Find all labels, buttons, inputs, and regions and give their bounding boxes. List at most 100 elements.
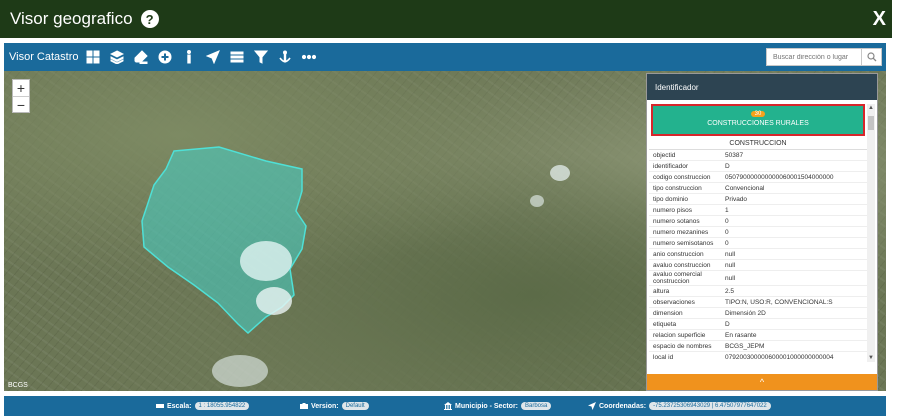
attribute-row: avaluo construccion null	[649, 260, 867, 271]
attribute-value: Convencional	[725, 184, 765, 192]
attribute-value: null	[725, 274, 736, 282]
attribute-row: identificador D	[649, 161, 867, 172]
attribute-row: espacio de nombres BCGS_JEPM	[649, 341, 867, 352]
attribute-value: 0	[725, 217, 729, 225]
attribute-key: identificador	[653, 162, 689, 170]
attribute-value: En rasante	[725, 331, 757, 339]
map-toolbar: Visor Catastro	[4, 43, 886, 71]
version-value: Default	[341, 402, 369, 410]
attribute-value: D	[725, 320, 730, 328]
status-bar: Escala: 1 : 18055.954822 Version: Defaul…	[4, 396, 886, 416]
attribute-key: etiqueta	[653, 320, 677, 328]
attribute-value: BCGS_JEPM	[725, 342, 765, 350]
attribute-row: numero mezanines 0	[649, 227, 867, 238]
attribute-key: altura	[653, 287, 670, 295]
scale-value: 1 : 18055.954822	[194, 402, 250, 410]
attribute-key: tipo dominio	[653, 195, 689, 203]
search-icon[interactable]	[862, 48, 882, 66]
attribute-row: objectid 50387	[649, 150, 867, 161]
more-icon[interactable]	[299, 47, 319, 67]
layers-icon[interactable]	[107, 47, 127, 67]
add-circle-icon[interactable]	[155, 47, 175, 67]
attribute-key: local id	[653, 353, 674, 361]
map-credit: BCGS	[8, 382, 28, 389]
attribute-row: anio construccion null	[649, 249, 867, 260]
attribute-key: numero pisos	[653, 206, 693, 214]
navigate-icon[interactable]	[203, 47, 223, 67]
attribute-value: Dimensión 2D	[725, 309, 766, 317]
coords-value: -75.23725306943029 | 6.47507977647022	[649, 402, 771, 410]
layer-result-card[interactable]: 30 CONSTRUCCIONES RURALES	[651, 104, 865, 136]
building-icon	[444, 402, 452, 410]
attribute-key: numero sotanos	[653, 217, 700, 225]
coords-status: Coordenadas: -75.23725306943029 | 6.4750…	[588, 402, 771, 410]
attribute-key: anio construccion	[653, 250, 704, 258]
info-icon[interactable]	[179, 47, 199, 67]
location-arrow-icon	[588, 402, 596, 410]
attribute-key: avaluo construccion	[653, 261, 711, 269]
collapse-button[interactable]: ^	[647, 374, 877, 390]
attribute-row: dimension Dimensión 2D	[649, 308, 867, 319]
help-icon[interactable]: ?	[140, 10, 159, 28]
basemap-icon[interactable]	[83, 47, 103, 67]
attribute-row: numero sotanos 0	[649, 216, 867, 227]
attribute-row: avaluo comercial construccion null	[649, 271, 867, 286]
zoom-in-button[interactable]: +	[13, 80, 29, 96]
eraser-icon[interactable]	[131, 47, 151, 67]
attribute-value: null	[725, 250, 736, 258]
attribute-key: objectid	[653, 151, 676, 159]
attribute-row: etiqueta D	[649, 319, 867, 330]
anchor-icon[interactable]	[275, 47, 295, 67]
scroll-down-icon[interactable]: ▼	[867, 354, 875, 362]
scale-status: Escala: 1 : 18055.954822	[156, 402, 250, 410]
attribute-key: tipo construccion	[653, 184, 702, 192]
attribute-row: local id 079200300000600001000000000004	[649, 352, 867, 362]
close-icon[interactable]: X	[873, 8, 886, 31]
camera-icon	[300, 403, 308, 409]
identify-panel: Identificador 30 CONSTRUCCIONES RURALES …	[646, 73, 878, 391]
attribute-key: codigo construccion	[653, 173, 711, 181]
attribute-value: Privado	[725, 195, 748, 203]
attribute-value: 079200300000600001000000000004	[725, 353, 834, 361]
zoom-out-button[interactable]: −	[13, 96, 29, 113]
app-name: Visor Catastro	[9, 51, 79, 63]
section-title: CONSTRUCCION	[649, 138, 867, 150]
municipio-value: Barbosa	[521, 402, 552, 410]
panel-content: 30 CONSTRUCCIONES RURALES CONSTRUCCION o…	[649, 102, 867, 362]
search-input[interactable]	[766, 48, 862, 66]
attribute-row: relacion superficie En rasante	[649, 330, 867, 341]
attribute-table: objectid 50387 identificador Dcodigo constr…	[649, 150, 867, 362]
attribute-key: numero semisotanos	[653, 239, 714, 247]
version-status: Version: Default	[300, 402, 369, 410]
filter-icon[interactable]	[251, 47, 271, 67]
scroll-thumb[interactable]	[868, 116, 874, 130]
result-count-badge: 30	[750, 111, 766, 117]
attribute-key: numero mezanines	[653, 228, 709, 236]
municipio-label: Municipio - Sector:	[455, 402, 518, 410]
list-icon[interactable]	[227, 47, 247, 67]
attribute-key: dimension	[653, 309, 683, 317]
panel-scrollbar[interactable]: ▲ ▼	[867, 104, 875, 362]
attribute-value: null	[725, 261, 736, 269]
attribute-row: altura 2.5	[649, 286, 867, 297]
panel-title: Identificador	[647, 74, 877, 100]
attribute-value: 050790000000000060001504000000	[725, 173, 834, 181]
attribute-row: tipo construccion Convencional	[649, 183, 867, 194]
attribute-value: 1	[725, 206, 729, 214]
municipio-status: Municipio - Sector: Barbosa	[444, 402, 552, 410]
attribute-key: avaluo comercial construccion	[653, 271, 702, 285]
attribute-row: numero pisos 1	[649, 205, 867, 216]
attribute-row: observaciones TIPO:N, USO:R, CONVENCIONAL…	[649, 297, 867, 308]
attribute-key: relacion superficie	[653, 331, 706, 339]
window-title: Visor geografico	[10, 9, 133, 28]
attribute-row: numero semisotanos 0	[649, 238, 867, 249]
attribute-value: 2.5	[725, 287, 735, 295]
attribute-key: espacio de nombres	[653, 342, 712, 350]
zoom-control: + −	[12, 79, 30, 113]
scroll-up-icon[interactable]: ▲	[867, 104, 875, 112]
attribute-value: 50387	[725, 151, 744, 159]
attribute-value: TIPO:N, USO:R, CONVENCIONAL:S	[725, 298, 833, 306]
attribute-value: 0	[725, 228, 729, 236]
attribute-key: observaciones	[653, 298, 695, 306]
layer-name: CONSTRUCCIONES RURALES	[707, 120, 809, 127]
